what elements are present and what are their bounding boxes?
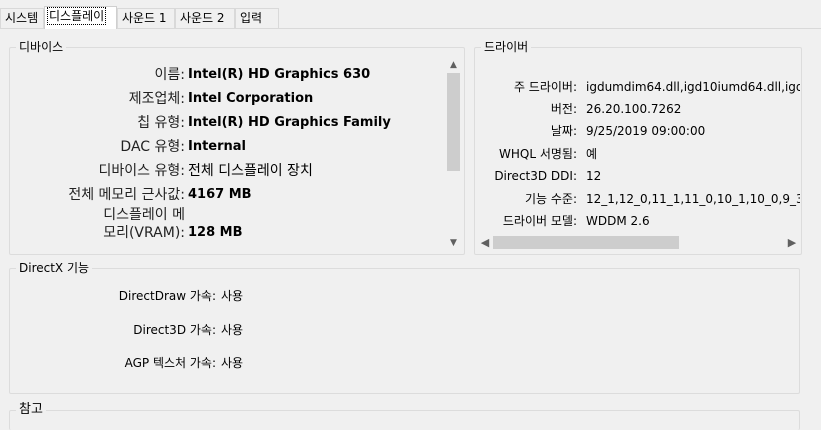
tab-sound-2-label: 사운드 2	[180, 11, 225, 25]
notes-group: 참고	[9, 402, 800, 430]
device-manufacturer-value: Intel Corporation	[188, 91, 314, 106]
agp-label: AGP 텍스처 가속:	[124, 356, 216, 370]
device-name-label: 이름:	[154, 67, 185, 83]
device-type-value: 전체 디스플레이 장치	[188, 163, 313, 179]
direct3d-label: Direct3D 가속:	[133, 323, 216, 337]
tab-display[interactable]: 디스플레이	[44, 6, 117, 29]
scroll-left-arrow-icon[interactable]: ◀	[477, 234, 493, 251]
notes-group-title: 참고	[16, 402, 46, 418]
driver-date-label: 날짜:	[550, 124, 577, 138]
agp-value: 사용	[221, 356, 244, 370]
device-vertical-scrollbar[interactable]: ▲ ▼	[445, 56, 462, 252]
tab-input-label: 입력	[240, 11, 263, 25]
driver-scroll-thumb[interactable]	[493, 236, 679, 249]
device-info-list: 이름: Intel(R) HD Graphics 630 제조업체: Intel…	[10, 56, 462, 252]
driver-whql-label: WHQL 서명됨:	[499, 147, 577, 161]
driver-model-label: 드라이버 모델:	[502, 214, 577, 228]
device-memory-value: 4167 MB	[188, 187, 252, 202]
tab-sound-2[interactable]: 사운드 2	[175, 8, 235, 28]
device-dac-value: Internal	[188, 139, 247, 154]
device-chip-value: Intel(R) HD Graphics Family	[188, 115, 391, 130]
driver-model-value: WDDM 2.6	[586, 214, 650, 228]
tab-sound-1-label: 사운드 1	[122, 11, 167, 25]
driver-ddi-label: Direct3D DDI:	[494, 169, 577, 183]
directdraw-value: 사용	[221, 289, 244, 303]
device-memory-label: 전체 메모리 근사값:	[68, 187, 185, 203]
directx-group: DirectX 기능	[9, 260, 800, 394]
tab-input[interactable]: 입력	[235, 8, 279, 28]
driver-feature-label: 기능 수준:	[524, 192, 577, 206]
device-type-label: 디바이스 유형:	[98, 163, 185, 179]
tab-baseline	[0, 28, 821, 29]
direct3d-value: 사용	[221, 323, 244, 337]
device-manufacturer-label: 제조업체:	[128, 91, 185, 107]
device-name-value: Intel(R) HD Graphics 630	[188, 67, 371, 82]
device-vram-label-line1: 디스플레이 메	[103, 207, 185, 223]
tab-sound-1[interactable]: 사운드 1	[117, 8, 175, 28]
driver-version-label: 버전:	[550, 102, 577, 116]
driver-date-value: 9/25/2019 09:00:00	[586, 124, 706, 138]
driver-main-label: 주 드라이버:	[513, 80, 577, 94]
device-vram-label-line2: 모리(VRAM):	[103, 225, 185, 241]
device-dac-label: DAC 유형:	[120, 139, 185, 155]
driver-main-value: igdumdim64.dll,igd10iumd64.dll,igd10i	[586, 80, 800, 94]
tab-system[interactable]: 시스템	[0, 8, 44, 28]
directdraw-label: DirectDraw 가속:	[118, 289, 216, 303]
tab-display-label: 디스플레이	[46, 7, 107, 25]
tab-strip: 시스템 디스플레이 사운드 1 사운드 2 입력	[0, 0, 821, 30]
tab-system-label: 시스템	[5, 11, 39, 25]
scroll-up-arrow-icon[interactable]: ▲	[445, 58, 462, 72]
driver-horizontal-scrollbar[interactable]: ◀ ▶	[476, 234, 800, 251]
driver-version-value: 26.20.100.7262	[586, 102, 682, 116]
device-vram-value: 128 MB	[188, 225, 243, 240]
device-scroll-thumb[interactable]	[447, 73, 460, 171]
driver-whql-value: 예	[586, 147, 598, 161]
directx-group-title: DirectX 기능	[16, 260, 93, 276]
scroll-down-arrow-icon[interactable]: ▼	[445, 236, 462, 250]
scroll-right-arrow-icon[interactable]: ▶	[784, 234, 800, 251]
device-group-title: 디바이스	[16, 39, 67, 55]
device-chip-label: 칩 유형:	[137, 115, 185, 131]
driver-feature-value: 12_1,12_0,11_1,11_0,10_1,10_0,9_3,9_2	[586, 192, 800, 206]
driver-group-title: 드라이버	[481, 39, 532, 55]
driver-ddi-value: 12	[586, 169, 602, 183]
